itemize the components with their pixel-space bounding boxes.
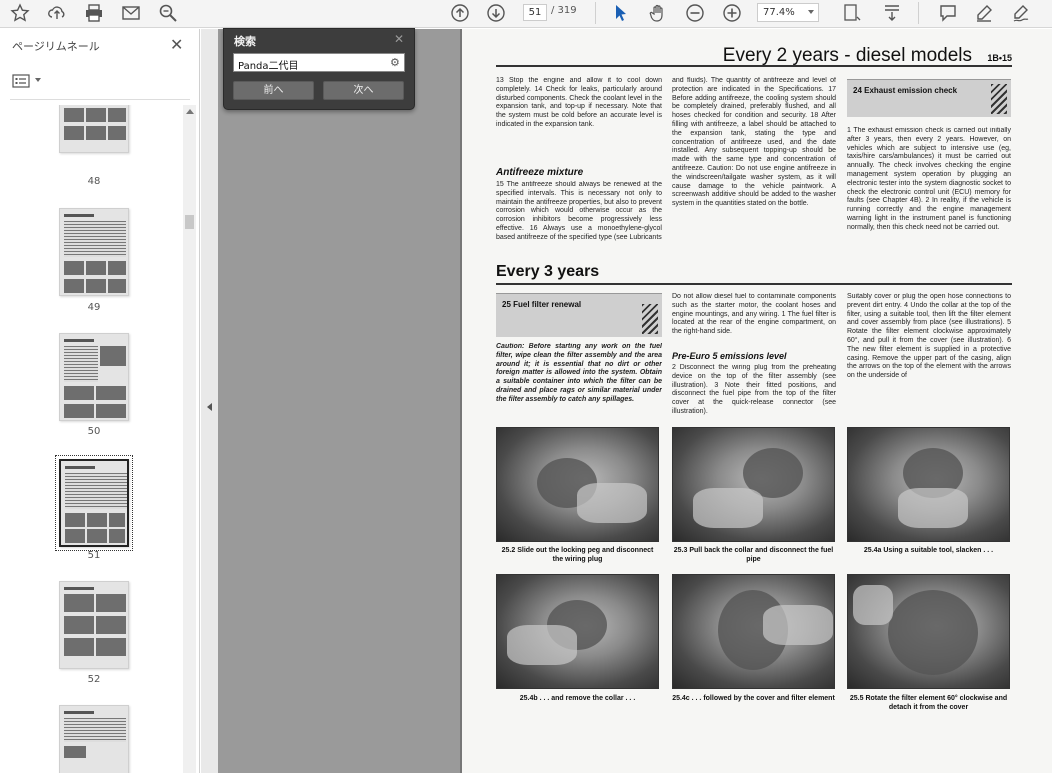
document-page: Every 2 years - diesel models 1B•15 13 S… [460,29,1052,773]
select-cursor-icon[interactable] [609,1,633,25]
thumbnail-label: 52 [87,674,101,685]
section-box-title: 25 Fuel filter renewal [502,300,582,309]
thumbnail-list: 48 49 50 51 52 [0,105,183,773]
page-thumbnail-50[interactable] [59,333,129,421]
email-icon[interactable] [119,1,143,25]
photo-caption: 25.3 Pull back the collar and disconnect… [673,547,834,563]
find-previous-button[interactable]: 前へ [233,81,314,100]
scroll-mode-icon[interactable] [880,1,904,25]
main-toolbar: 51 / 319 77.4% [0,0,1052,28]
text-column: 13 Stop the engine and allow it to cool … [496,77,662,128]
find-title: 検索 [234,35,256,48]
text-column: 1 The exhaust emission check is carried … [847,127,1011,231]
close-icon[interactable]: ✕ [170,35,183,54]
text-column: 2 Disconnect the wiring plug from the pr… [672,364,836,415]
text-column: Do not allow diesel fuel to contaminate … [672,293,836,336]
page-thumbnail-48[interactable] [59,105,129,153]
wrench-rating-icon [642,304,658,334]
text-column: Suitably cover or plug the open hose con… [847,293,1011,380]
toolbar-divider [918,2,919,24]
print-icon[interactable] [82,1,106,25]
upload-cloud-icon[interactable] [45,1,69,25]
photo-caption: 25.5 Rotate the filter element 60° clock… [849,695,1008,711]
section-box: 24 Exhaust emission check [847,79,1011,117]
text-column: 15 The antifreeze should always be renew… [496,181,662,241]
thumbnail-scrollbar[interactable] [183,105,196,773]
photo-25-2 [496,427,659,542]
section-title: Every 3 years [496,263,600,280]
thumbnail-label: 48 [87,176,101,187]
scrollbar-thumb[interactable] [185,215,194,229]
toolbar-divider [595,2,596,24]
gear-icon[interactable]: ⚙ [390,57,401,68]
photo-caption: 25.4a Using a suitable tool, slacken . .… [863,547,994,554]
page-thumbnail-53[interactable] [59,705,129,773]
section-heading: Antifreeze mixture [496,167,584,178]
hand-tool-icon[interactable] [646,1,670,25]
caution-text: Caution: Before starting any work on the… [496,343,662,403]
highlight-pen-icon[interactable] [972,1,996,25]
zoom-in-icon[interactable] [720,1,744,25]
wrench-rating-icon [991,84,1007,114]
thumbnail-label: 50 [87,426,101,437]
chevron-down-icon [808,10,814,14]
panel-title: ページリムネール [12,40,100,53]
section-box-title: 24 Exhaust emission check [853,86,958,95]
previous-page-icon[interactable] [448,1,472,25]
zoom-level-select[interactable]: 77.4% [757,3,819,22]
section-heading: Pre-Euro 5 emissions level [672,351,787,361]
thumbnail-label: 51 [87,550,101,561]
comment-icon[interactable] [936,1,960,25]
photo-25-4c [672,574,835,689]
find-query-text: Panda二代目 [238,61,299,72]
search-zoom-icon[interactable] [156,1,180,25]
section-header: Every 3 years [496,263,1012,285]
thumbnail-options-button[interactable] [12,73,44,89]
photo-25-4a [847,427,1010,542]
collapse-arrow-icon[interactable] [207,403,212,411]
page-thumbnail-49[interactable] [59,208,129,296]
page-header-number: 1B•15 [987,53,1012,63]
panel-splitter[interactable] [201,29,218,773]
bookmark-star-icon[interactable] [8,1,32,25]
divider [10,99,190,100]
photo-caption: 25.2 Slide out the locking peg and disco… [501,547,654,563]
page-total-label: / 319 [551,5,577,16]
next-page-icon[interactable] [484,1,508,25]
photo-25-4b [496,574,659,689]
chevron-down-icon [35,78,41,82]
document-viewport[interactable]: Every 2 years - diesel models 1B•15 13 S… [218,29,1052,773]
page-header: Every 2 years - diesel models 1B•15 [496,43,1012,67]
page-thumbnail-52[interactable] [59,581,129,669]
photo-25-5 [847,574,1010,689]
list-options-icon [12,74,30,88]
page-thumbnail-51[interactable] [55,455,133,551]
scroll-up-icon[interactable] [186,109,194,114]
zoom-level-value: 77.4% [763,7,795,18]
page-shadow [460,29,462,773]
thumbnail-label: 49 [87,302,101,313]
photo-25-3 [672,427,835,542]
find-next-button[interactable]: 次へ [323,81,404,100]
photo-caption: 25.4b . . . and remove the collar . . . [519,695,636,702]
zoom-out-icon[interactable] [683,1,707,25]
close-icon[interactable]: ✕ [394,32,404,46]
thumbnail-panel: ページリムネール ✕ 48 49 50 51 52 [0,29,200,773]
section-box: 25 Fuel filter renewal [496,293,662,337]
page-number-input[interactable]: 51 [523,4,547,21]
find-dialog: 検索 ✕ Panda二代目 ⚙ 前へ 次へ [223,28,415,110]
page-fit-icon[interactable] [840,1,864,25]
photo-caption: 25.4c . . . followed by the cover and fi… [672,695,835,702]
text-column: and fluids). The quantity of antifreeze … [672,77,836,208]
find-search-input[interactable]: Panda二代目 ⚙ [233,53,405,72]
sign-icon[interactable] [1009,1,1033,25]
page-header-title: Every 2 years - diesel models [722,45,972,66]
